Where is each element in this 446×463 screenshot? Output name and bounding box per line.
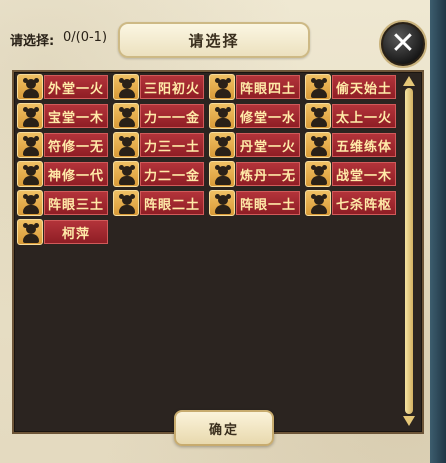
scroll-thumb[interactable] (405, 88, 413, 414)
selection-count: 0/(0-1) (63, 30, 108, 45)
character-name: 符修一无 (44, 133, 108, 157)
character-item[interactable]: 战堂一木 (305, 161, 397, 187)
character-name: 阵眼一土 (236, 191, 300, 215)
character-avatar-icon (17, 190, 43, 216)
character-list-panel: 外堂一火 三阳初火 阵眼四土 偷天始土宝堂一木 力一一金 修堂一水 太上一火符修一无 力三一土… (12, 70, 424, 434)
character-name: 外堂一火 (44, 75, 108, 99)
character-avatar-icon (113, 103, 139, 129)
character-item[interactable]: 柯萍 (17, 219, 109, 245)
character-item[interactable]: 七杀阵枢 (305, 190, 397, 216)
character-name: 阵眼四土 (236, 75, 300, 99)
character-item[interactable]: 炼丹一无 (209, 161, 301, 187)
character-item[interactable]: 三阳初火 (113, 74, 205, 100)
character-item[interactable]: 偷天始土 (305, 74, 397, 100)
character-item[interactable]: 太上一火 (305, 103, 397, 129)
character-grid: 外堂一火 三阳初火 阵眼四土 偷天始土宝堂一木 力一一金 修堂一水 太上一火符修一无 力三一土… (17, 74, 397, 245)
character-avatar-icon (113, 74, 139, 100)
character-name: 炼丹一无 (236, 162, 300, 186)
character-name: 宝堂一木 (44, 104, 108, 128)
scroll-down-arrow-icon[interactable] (403, 416, 415, 426)
character-avatar-icon (113, 190, 139, 216)
character-name: 阵眼三土 (44, 191, 108, 215)
background-edge (430, 0, 446, 463)
character-name: 七杀阵枢 (332, 191, 396, 215)
character-name: 三阳初火 (140, 75, 204, 99)
character-item[interactable]: 宝堂一木 (17, 103, 109, 129)
character-avatar-icon (305, 190, 331, 216)
scroll-up-arrow-icon[interactable] (403, 76, 415, 86)
character-item[interactable]: 丹堂一火 (209, 132, 301, 158)
character-avatar-icon (209, 132, 235, 158)
character-item[interactable]: 阵眼三土 (17, 190, 109, 216)
character-avatar-icon (209, 103, 235, 129)
character-item[interactable]: 外堂一火 (17, 74, 109, 100)
character-item[interactable]: 力一一金 (113, 103, 205, 129)
close-button[interactable]: ✕ (379, 20, 427, 68)
character-name: 太上一火 (332, 104, 396, 128)
character-avatar-icon (113, 161, 139, 187)
character-item[interactable]: 阵眼一土 (209, 190, 301, 216)
character-name: 修堂一水 (236, 104, 300, 128)
character-avatar-icon (17, 74, 43, 100)
character-name: 阵眼二土 (140, 191, 204, 215)
character-avatar-icon (209, 190, 235, 216)
character-name: 力二一金 (140, 162, 204, 186)
character-item[interactable]: 阵眼二土 (113, 190, 205, 216)
character-avatar-icon (209, 161, 235, 187)
confirm-button[interactable]: 确定 (174, 410, 274, 446)
character-item[interactable]: 神修一代 (17, 161, 109, 187)
scrollbar[interactable] (402, 76, 416, 426)
character-avatar-icon (113, 132, 139, 158)
character-name: 柯萍 (44, 220, 108, 244)
character-name: 战堂一木 (332, 162, 396, 186)
character-avatar-icon (305, 161, 331, 187)
character-name: 偷天始土 (332, 75, 396, 99)
character-avatar-icon (305, 74, 331, 100)
close-icon: ✕ (390, 26, 416, 61)
character-item[interactable]: 符修一无 (17, 132, 109, 158)
dialog-title: 请选择 (118, 22, 310, 58)
character-item[interactable]: 阵眼四土 (209, 74, 301, 100)
character-item[interactable]: 五维练体 (305, 132, 397, 158)
character-avatar-icon (17, 219, 43, 245)
character-avatar-icon (17, 103, 43, 129)
character-name: 力一一金 (140, 104, 204, 128)
character-name: 五维练体 (332, 133, 396, 157)
character-avatar-icon (209, 74, 235, 100)
character-avatar-icon (305, 103, 331, 129)
prompt-label: 请选择: (10, 34, 55, 49)
character-name: 力三一土 (140, 133, 204, 157)
character-name: 神修一代 (44, 162, 108, 186)
character-avatar-icon (305, 132, 331, 158)
character-name: 丹堂一火 (236, 133, 300, 157)
character-item[interactable]: 力二一金 (113, 161, 205, 187)
character-item[interactable]: 修堂一水 (209, 103, 301, 129)
character-avatar-icon (17, 132, 43, 158)
character-avatar-icon (17, 161, 43, 187)
character-item[interactable]: 力三一土 (113, 132, 205, 158)
